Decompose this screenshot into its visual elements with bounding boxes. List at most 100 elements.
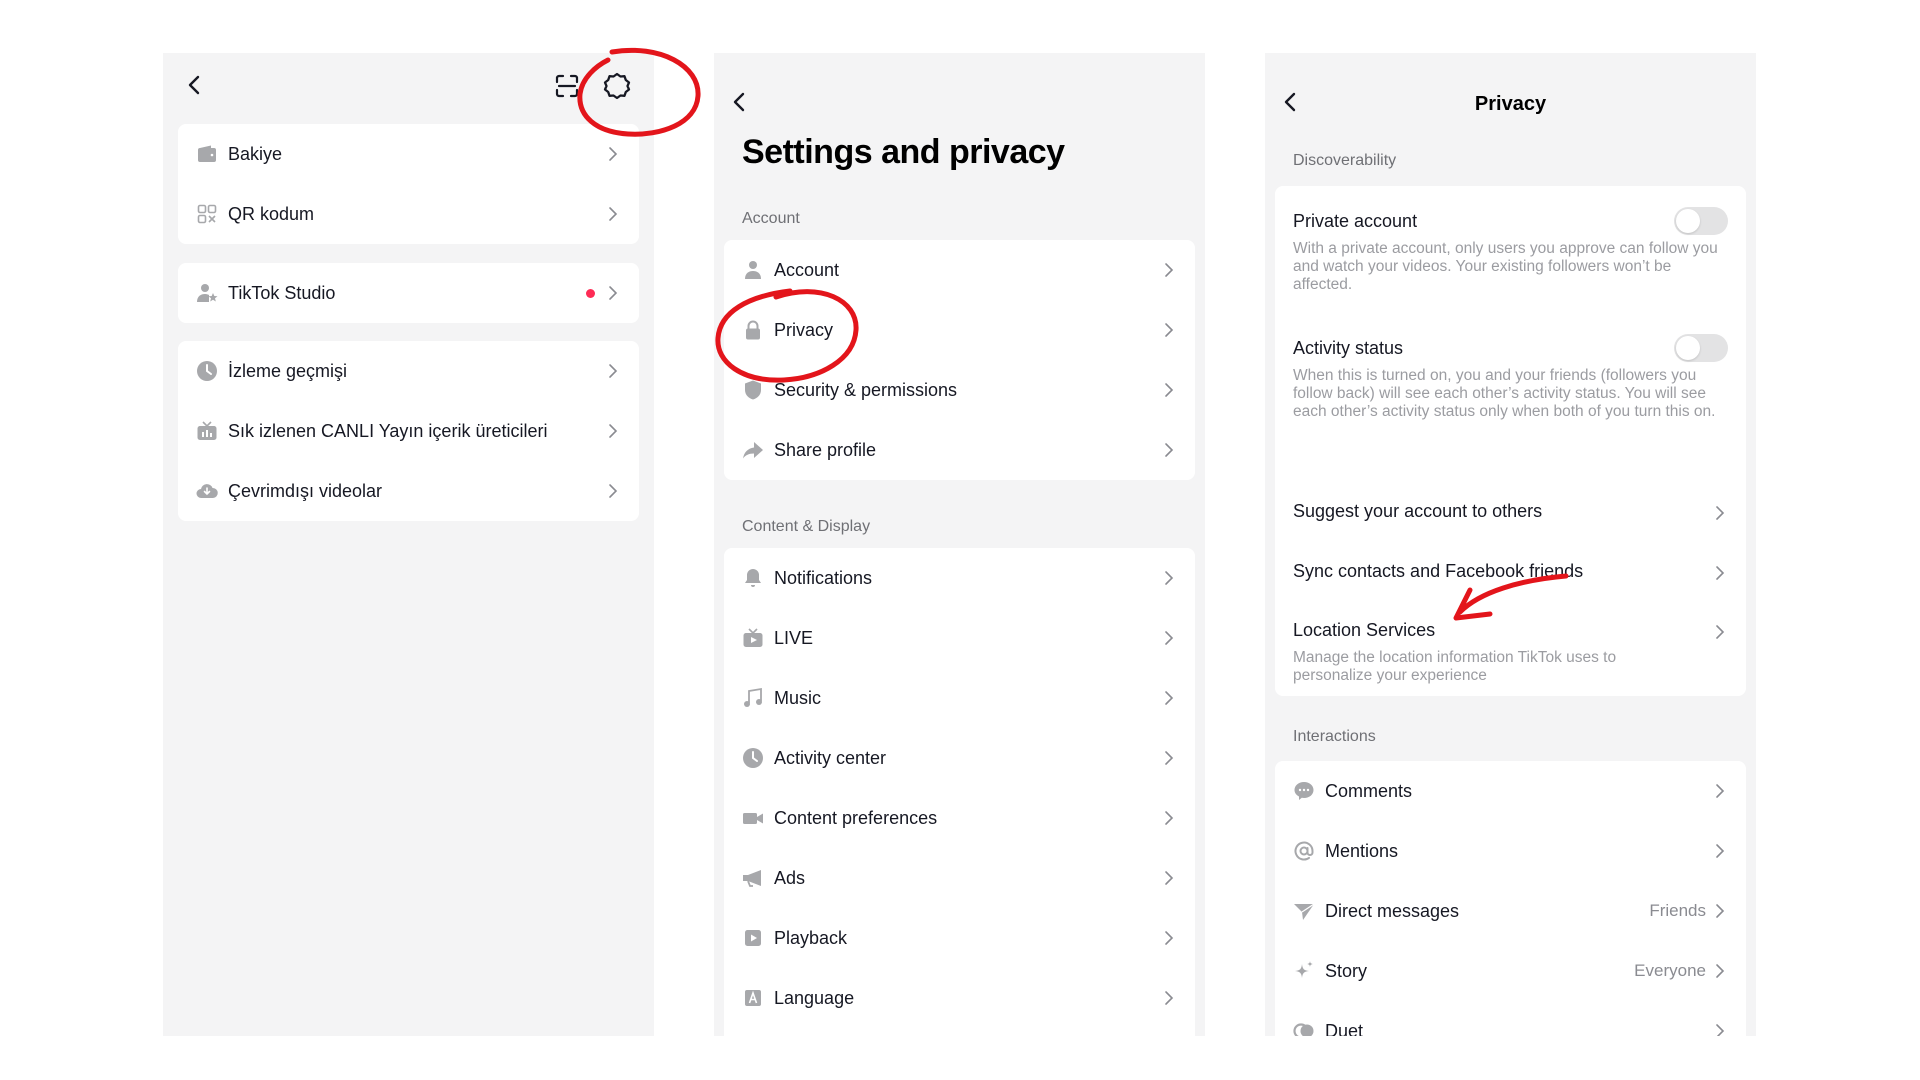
qr-code-icon	[196, 203, 218, 225]
chevron-right-icon	[605, 483, 621, 499]
section-label-interactions: Interactions	[1293, 728, 1376, 745]
chevron-right-icon	[1161, 930, 1177, 946]
location-services-setting[interactable]: Location Services Manage the location in…	[1275, 620, 1746, 685]
wallet-icon	[196, 143, 218, 165]
chevron-right-icon	[1161, 442, 1177, 458]
chevron-right-icon	[605, 423, 621, 439]
settings-item-label: Music	[774, 687, 822, 708]
chevron-right-icon	[605, 363, 621, 379]
sync-contacts-setting[interactable]: Sync contacts and Facebook friends	[1275, 561, 1746, 591]
privacy-item-story[interactable]: Story Everyone	[1275, 941, 1746, 1001]
scan-button[interactable]	[554, 73, 580, 99]
content-display-group: Notifications LIVE Music Activity center…	[724, 548, 1195, 1036]
shield-icon	[742, 379, 764, 401]
settings-item-label: Account	[774, 259, 840, 280]
chevron-right-icon	[1161, 810, 1177, 826]
interactions-group: Comments Mentions Direct messages Friend…	[1275, 761, 1746, 1036]
settings-item-label: Privacy	[774, 319, 834, 340]
chevron-right-icon	[1712, 505, 1728, 521]
settings-item-security[interactable]: Security & permissions	[724, 360, 1195, 420]
setting-description: When this is turned on, you and your fri…	[1293, 367, 1716, 420]
settings-item-label: Notifications	[774, 567, 873, 588]
setting-title: Location Services	[1293, 620, 1436, 640]
settings-item-label: LIVE	[774, 627, 814, 648]
privacy-item-label: Story	[1325, 960, 1368, 981]
menu-item-watch-history[interactable]: İzleme geçmişi	[178, 341, 639, 401]
notification-dot	[586, 288, 595, 298]
megaphone-icon	[742, 867, 764, 889]
menu-item-tiktok-studio[interactable]: TikTok Studio	[178, 263, 639, 323]
menu-item-label: QR kodum	[228, 203, 315, 224]
menu-item-bakiye[interactable]: Bakiye	[178, 124, 639, 184]
scan-icon	[555, 74, 579, 98]
settings-item-label: Security & permissions	[774, 379, 958, 400]
back-button[interactable]	[728, 90, 752, 114]
settings-item-activity-center[interactable]: Activity center	[724, 728, 1195, 788]
menu-item-label: İzleme geçmişi	[228, 360, 348, 381]
settings-item-music[interactable]: Music	[724, 668, 1195, 728]
menu-item-label: Bakiye	[228, 143, 283, 164]
menu-item-qr-code[interactable]: QR kodum	[178, 184, 639, 244]
settings-item-notifications[interactable]: Notifications	[724, 548, 1195, 608]
setting-title: Sync contacts and Facebook friends	[1293, 561, 1584, 581]
chevron-right-icon	[605, 146, 621, 162]
section-label-content-display: Content & Display	[742, 518, 871, 535]
chevron-right-icon	[1712, 565, 1728, 581]
account-group: Account Privacy Security & permissions S…	[724, 240, 1195, 480]
suggest-account-setting[interactable]: Suggest your account to others	[1275, 501, 1746, 531]
back-button[interactable]	[183, 73, 207, 97]
settings-item-account[interactable]: Account	[724, 240, 1195, 300]
privacy-item-value: Friends	[1649, 901, 1706, 920]
discoverability-group: Private account With a private account, …	[1275, 186, 1746, 696]
settings-item-ads[interactable]: Ads	[724, 848, 1195, 908]
section-label-account: Account	[742, 210, 800, 227]
menu-item-live-creators[interactable]: Sık izlenen CANLI Yayın içerik üreticile…	[178, 401, 639, 461]
settings-item-label: Language	[774, 987, 855, 1008]
menu-item-offline-videos[interactable]: Çevrimdışı videolar	[178, 461, 639, 521]
privacy-panel: Privacy Discoverability Private account …	[1265, 53, 1756, 1036]
at-icon	[1293, 840, 1315, 862]
privacy-item-label: Direct messages	[1325, 900, 1460, 921]
chevron-left-icon	[188, 75, 200, 95]
chevron-right-icon	[605, 206, 621, 222]
private-account-toggle[interactable]	[1674, 207, 1728, 235]
privacy-item-value: Everyone	[1634, 961, 1706, 980]
settings-item-language[interactable]: Language	[724, 968, 1195, 1028]
profile-menu-panel: Bakiye QR kodum TikTok Studio İzleme geç…	[163, 53, 654, 1036]
privacy-item-label: Comments	[1325, 780, 1413, 801]
activity-status-toggle[interactable]	[1674, 334, 1728, 362]
studio-group: TikTok Studio	[178, 263, 639, 323]
privacy-item-direct-messages[interactable]: Direct messages Friends	[1275, 881, 1746, 941]
history-group: İzleme geçmişi Sık izlenen CANLI Yayın i…	[178, 341, 639, 521]
setting-description: With a private account, only users you a…	[1293, 240, 1718, 293]
chevron-right-icon	[1161, 262, 1177, 278]
settings-item-privacy[interactable]: Privacy	[724, 300, 1195, 360]
settings-item-label: Content preferences	[774, 807, 938, 828]
settings-item-label: Ads	[774, 867, 806, 888]
settings-item-share-profile[interactable]: Share profile	[724, 420, 1195, 480]
privacy-item-comments[interactable]: Comments	[1275, 761, 1746, 821]
share-icon	[742, 439, 764, 461]
chevron-right-icon	[1712, 624, 1728, 640]
chevron-right-icon	[1712, 783, 1728, 799]
settings-item-label: Playback	[774, 927, 848, 948]
lock-icon	[742, 319, 764, 341]
sparkle-icon	[1293, 960, 1315, 982]
privacy-item-mentions[interactable]: Mentions	[1275, 821, 1746, 881]
settings-and-privacy-panel: Settings and privacy Account Account Pri…	[714, 53, 1205, 1036]
user-icon	[742, 259, 764, 281]
page-title: Settings and privacy	[742, 133, 1065, 171]
chevron-right-icon	[1161, 870, 1177, 886]
settings-item-label: Share profile	[774, 439, 877, 460]
chevron-right-icon	[1712, 1023, 1728, 1036]
chevron-right-icon	[1161, 990, 1177, 1006]
settings-button[interactable]	[603, 72, 631, 100]
chevron-left-icon	[733, 92, 745, 112]
chevron-right-icon	[1161, 570, 1177, 586]
menu-item-label: TikTok Studio	[228, 282, 336, 303]
settings-item-live[interactable]: LIVE	[724, 608, 1195, 668]
settings-item-playback[interactable]: Playback	[724, 908, 1195, 968]
settings-item-content-preferences[interactable]: Content preferences	[724, 788, 1195, 848]
privacy-item-duet[interactable]: Duet	[1275, 1001, 1746, 1036]
activity-status-setting: Activity status When this is turned on, …	[1275, 334, 1746, 421]
